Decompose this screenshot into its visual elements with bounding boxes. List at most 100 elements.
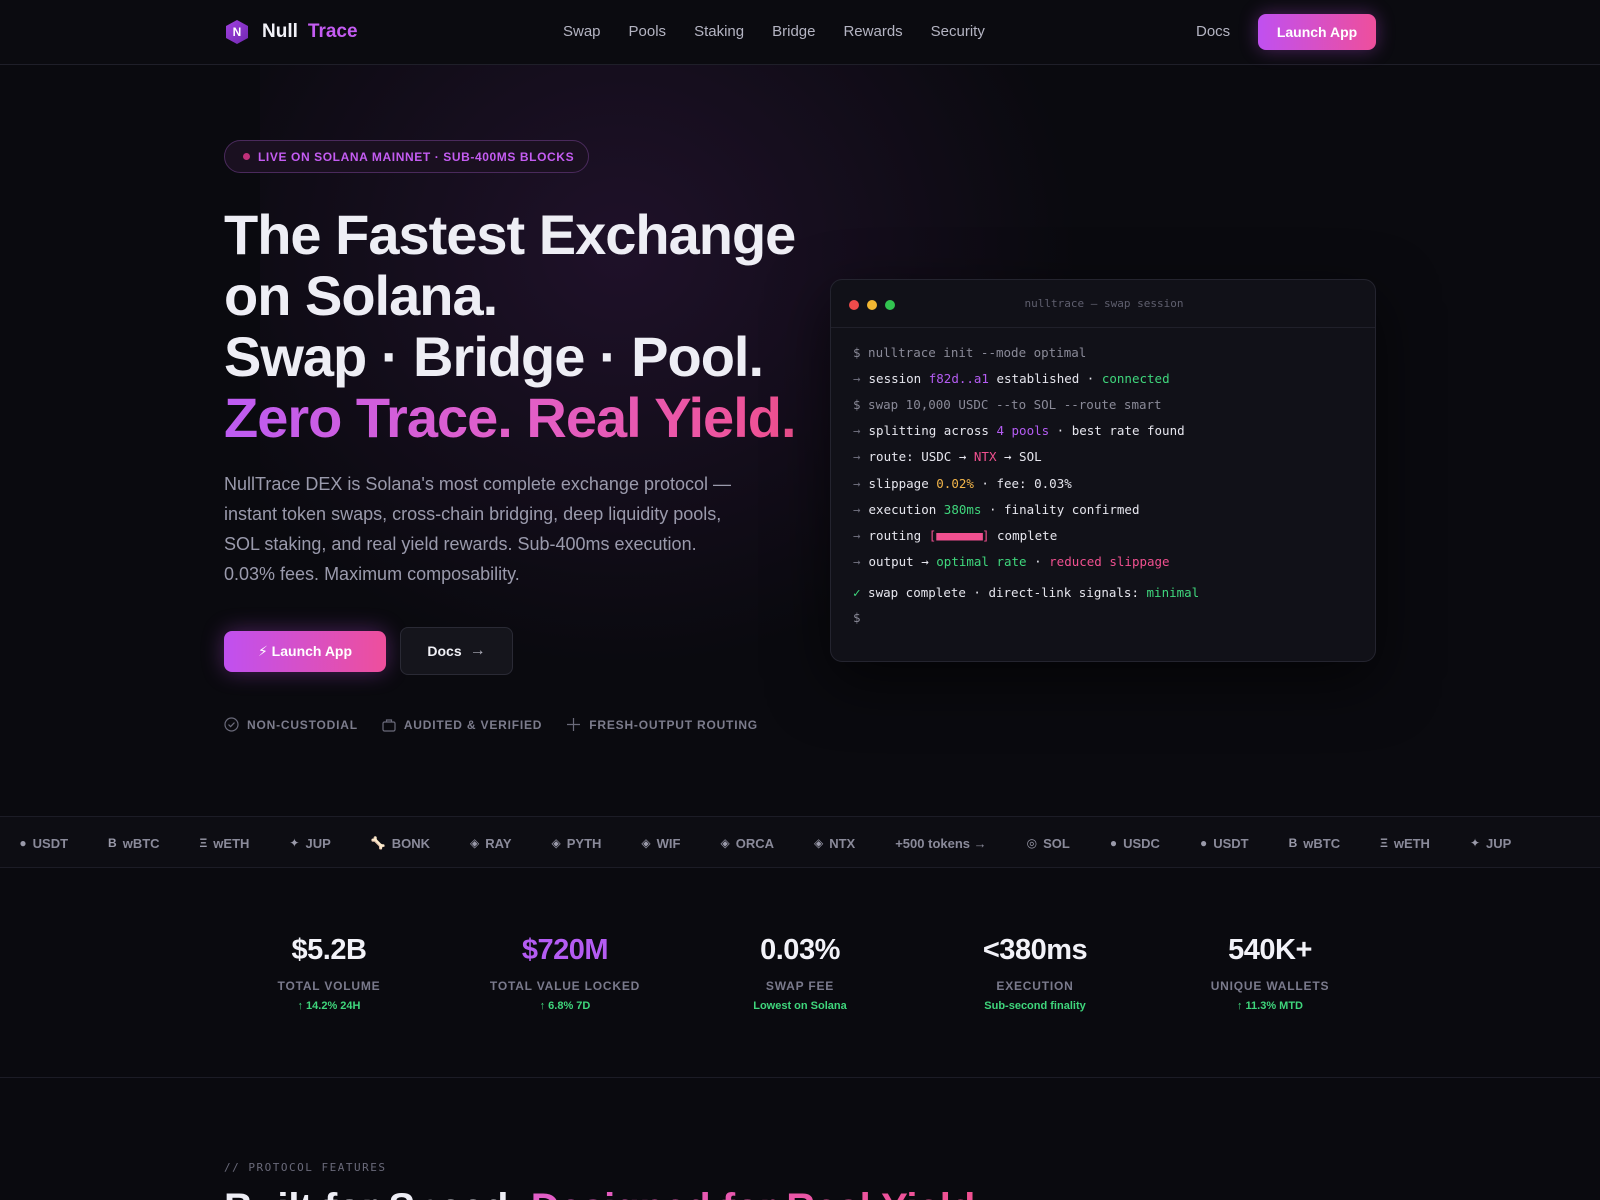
ticker-token[interactable]: ✦ JUP [1470, 836, 1511, 851]
ticker-token[interactable]: ● USDC [1110, 836, 1160, 851]
hero-headline: The Fastest Exchange on Solana. Swap · B… [224, 204, 797, 449]
token-label: WIF [656, 835, 681, 851]
nav-link-rewards[interactable]: Rewards [843, 23, 902, 40]
stat-total-volume: $5.2B TOTAL VOLUME ↑ 14.2% 24H [229, 934, 429, 1012]
terminal-line: → session f82d..a1 established · connecte… [853, 371, 1170, 386]
token-icon: Ξ [1380, 836, 1388, 850]
stat-value: $720M [521, 934, 609, 966]
nav-link-pools[interactable]: Pools [629, 23, 667, 40]
arrow-right-icon: → [469, 642, 486, 659]
token-label: PYTH [566, 835, 602, 851]
terminal-window: nulltrace — swap session $ nulltrace ini… [830, 279, 1376, 662]
ticker-token[interactable]: ◈ NTX [814, 836, 855, 851]
hero-launch-app-button[interactable]: ⚡ Launch App [224, 631, 386, 672]
nav-link-bridge[interactable]: Bridge [772, 23, 815, 40]
ticker-token[interactable]: ● USDT [19, 836, 68, 851]
trust-badges: NON-CUSTODIAL AUDITED & VERIFIED FRESH-O… [224, 717, 782, 732]
ticker-token[interactable]: ΞwETH [1380, 836, 1430, 851]
ticker-token[interactable]: ✦ JUP [289, 836, 330, 851]
stat-change: ↑ 6.8% 7D [539, 1000, 591, 1012]
trust-label: NON-CUSTODIAL [247, 717, 358, 732]
ticker-token[interactable]: BwBTC [108, 836, 160, 851]
token-label: +500 tokens → [895, 835, 987, 851]
arrow-icon: → [853, 502, 861, 517]
stat-change: Sub-second finality [984, 1000, 1086, 1012]
token-icon: B [108, 836, 117, 850]
stat-execution: <380ms EXECUTION Sub-second finality [935, 934, 1135, 1012]
terminal-prompt[interactable]: $ [853, 610, 861, 625]
ticker-token[interactable]: ◈ PYTH [552, 836, 602, 851]
ticker-token[interactable]: ● USDT [1200, 836, 1249, 851]
token-icon: ● [1199, 836, 1208, 850]
ticker-token[interactable]: ΞwETH [200, 836, 250, 851]
briefcase-icon [382, 718, 396, 732]
stat-value: 540K+ [1228, 934, 1312, 966]
stat-label: EXECUTION [996, 979, 1074, 993]
arrow-icon: → [853, 528, 861, 543]
stat-value: <380ms [982, 934, 1088, 966]
check-icon: ✓ [853, 585, 861, 600]
features-title: Built for Speed. Designed for Real Yield… [224, 1186, 986, 1200]
token-label: wBTC [1303, 835, 1341, 851]
hexagon-logo-icon: N [224, 19, 250, 45]
token-icon: ◈ [551, 836, 561, 850]
stat-change: ↑ 11.3% MTD [1236, 1000, 1304, 1012]
token-label: wETH [213, 835, 250, 851]
headline-line-3: Swap · Bridge · Pool. [224, 325, 764, 388]
stat-label: TOTAL VOLUME [277, 979, 381, 993]
ticker-token[interactable]: ◈ ORCA [720, 836, 774, 851]
ticker-token[interactable]: ◎ SOL [1027, 836, 1070, 851]
brand-logo[interactable]: N Null Trace [224, 19, 358, 45]
ticker-token[interactable]: ◈ WIF [641, 836, 680, 851]
arrow-icon: → [853, 449, 861, 464]
headline-real-yield: Real Yield. [526, 386, 796, 449]
headline-line-4: Zero Trace. Real Yield. [224, 386, 797, 449]
stat-value: 0.03% [760, 934, 840, 966]
stat-label: UNIQUE WALLETS [1210, 979, 1330, 993]
hero-docs-button[interactable]: Docs → [400, 627, 513, 675]
token-label: NTX [829, 835, 856, 851]
token-label: USDT [1213, 835, 1249, 851]
check-circle-icon [224, 717, 239, 732]
token-label: JUP [1486, 835, 1512, 851]
terminal-line: → output → optimal rate · reduced slippag… [853, 554, 1170, 569]
arrow-icon: → [853, 476, 861, 491]
stat-unique-wallets: 540K+ UNIQUE WALLETS ↑ 11.3% MTD [1170, 934, 1370, 1012]
terminal-line: $ swap 10,000 USDC --to SOL --route smar… [853, 397, 1162, 412]
terminal-line: ✓ swap complete · direct-link signals: m… [853, 585, 1200, 600]
token-label: USDT [32, 835, 69, 851]
nav-link-staking[interactable]: Staking [694, 23, 744, 40]
terminal-line: → splitting across 4 pools · best rate fo… [853, 423, 1185, 438]
nav-link-swap[interactable]: Swap [563, 23, 601, 40]
terminal-line: → execution 380ms · finality confirmed [853, 502, 1140, 517]
ticker-token[interactable]: 🦴 BONK [371, 836, 430, 851]
live-status-badge: LIVE ON SOLANA MAINNET · SUB-400MS BLOCK… [224, 140, 589, 173]
trust-non-custodial: NON-CUSTODIAL [224, 717, 358, 732]
ticker-token[interactable]: +500 tokens → [895, 836, 986, 851]
features-title-a: Built for Speed. [224, 1186, 520, 1200]
nav-links: Swap Pools Staking Bridge Rewards Securi… [563, 23, 1013, 40]
nav-docs-link[interactable]: Docs [1196, 23, 1230, 40]
nav-link-security[interactable]: Security [931, 23, 985, 40]
progress-blocks: ■■■■■■■ [936, 528, 983, 543]
features-title-b: Designed for Real Yield. [531, 1186, 987, 1200]
stat-label: TOTAL VALUE LOCKED [489, 979, 641, 993]
nav-launch-app-button[interactable]: Launch App [1258, 14, 1376, 50]
trust-label: AUDITED & VERIFIED [403, 717, 543, 732]
ticker-token[interactable]: BwBTC [1289, 836, 1341, 851]
plus-icon [567, 718, 581, 731]
ticker-token[interactable]: ◈ RAY [470, 836, 512, 851]
ticker-track: C●USDTBwBTCΞwETH✦JUP🦴BONK◈RAY◈PYTH◈WIF◈O… [0, 817, 1551, 867]
trust-label: FRESH-OUTPUT ROUTING [589, 717, 758, 732]
brand-name-trace: Trace [307, 21, 358, 42]
logo-letter: N [232, 25, 242, 39]
token-label: JUP [305, 835, 331, 851]
token-icon: ● [19, 836, 27, 850]
token-icon: ● [1109, 836, 1118, 850]
headline-line-2: on Solana. [224, 264, 498, 327]
stat-value: $5.2B [291, 934, 367, 966]
token-ticker: C●USDTBwBTCΞwETH✦JUP🦴BONK◈RAY◈PYTH◈WIF◈O… [0, 816, 1600, 868]
token-icon: ◈ [641, 836, 651, 850]
terminal-line: → slippage 0.02% · fee: 0.03% [853, 476, 1072, 491]
trust-audited: AUDITED & VERIFIED [382, 718, 542, 732]
